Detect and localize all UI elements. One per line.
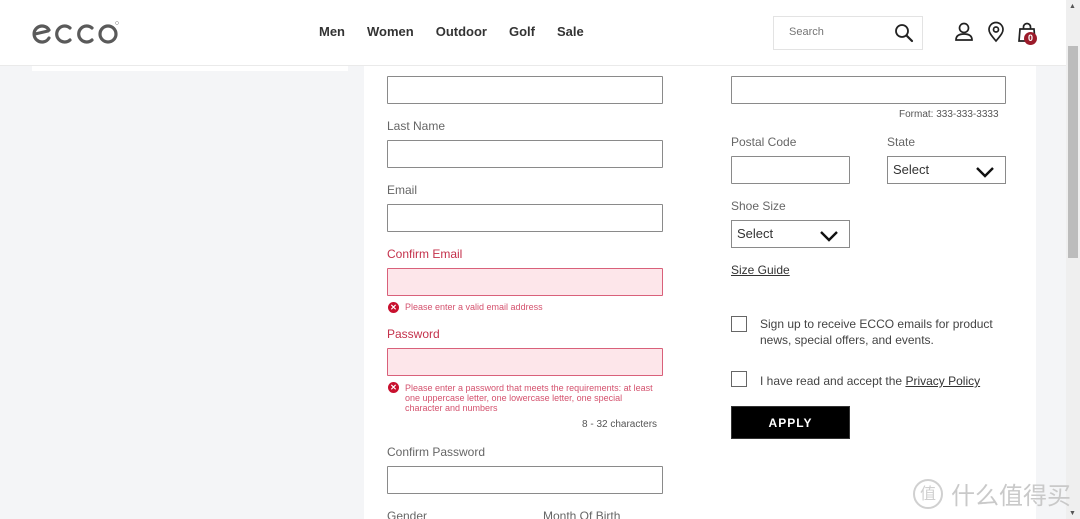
confirm-password-label: Confirm Password xyxy=(387,445,486,459)
newsletter-checkbox[interactable] xyxy=(731,316,747,332)
postal-code-input[interactable] xyxy=(731,156,850,184)
last-name-input[interactable] xyxy=(387,140,663,168)
main-nav: Men Women Outdoor Golf Sale xyxy=(319,24,606,39)
search-box xyxy=(773,16,923,50)
password-length-hint: 8 - 32 characters xyxy=(582,419,658,430)
confirm-password-input[interactable] xyxy=(387,466,663,494)
password-error: Please enter a password that meets the r… xyxy=(405,383,653,413)
left-panel xyxy=(32,66,348,71)
privacy-text-prefix: I have read and accept the xyxy=(760,374,906,388)
privacy-policy-link[interactable]: Privacy Policy xyxy=(905,374,980,388)
search-icon[interactable] xyxy=(894,23,914,43)
scroll-down-arrow-icon[interactable]: ▼ xyxy=(1069,510,1076,517)
shoe-size-label: Shoe Size xyxy=(731,199,786,213)
gender-label: Gender xyxy=(387,509,428,519)
shoe-size-select[interactable]: Select xyxy=(731,220,850,248)
nav-sale[interactable]: Sale xyxy=(557,24,584,39)
size-guide-link[interactable]: Size Guide xyxy=(731,263,790,277)
state-select-value: Select xyxy=(893,162,930,177)
account-icon[interactable] xyxy=(953,21,975,43)
nav-golf[interactable]: Golf xyxy=(509,24,535,39)
newsletter-text: Sign up to receive ECCO emails for produ… xyxy=(760,317,993,347)
scrollbar-thumb[interactable] xyxy=(1068,46,1078,258)
password-input[interactable] xyxy=(387,348,663,376)
page-scrollbar[interactable]: ▲ ▼ xyxy=(1066,0,1080,519)
shoe-size-select-value: Select xyxy=(737,226,774,241)
password-label: Password xyxy=(387,327,440,341)
apply-button[interactable]: APPLY xyxy=(731,406,850,439)
watermark-text: 什么值得买 xyxy=(951,482,1071,510)
last-name-label: Last Name xyxy=(387,119,446,133)
error-icon: ✕ xyxy=(388,382,399,393)
state-select[interactable]: Select xyxy=(887,156,1006,184)
search-input[interactable] xyxy=(789,26,889,38)
month-of-birth-label: Month Of Birth xyxy=(543,509,621,519)
chevron-down-icon xyxy=(820,231,838,242)
nav-men[interactable]: Men xyxy=(319,24,345,39)
confirm-email-input[interactable] xyxy=(387,268,663,296)
confirm-email-error: Please enter a valid email address xyxy=(405,302,543,312)
scroll-up-arrow-icon[interactable]: ▲ xyxy=(1069,3,1076,10)
phone-input[interactable] xyxy=(731,76,1006,104)
site-header: Men Women Outdoor Golf Sale 0 xyxy=(0,0,1066,66)
nav-women[interactable]: Women xyxy=(367,24,414,39)
first-name-input[interactable] xyxy=(387,76,663,104)
error-icon: ✕ xyxy=(388,302,399,313)
store-locator-icon[interactable] xyxy=(985,21,1007,43)
cart-count-badge: 0 xyxy=(1024,32,1037,45)
watermark: 值 什么值得买 xyxy=(913,476,1071,511)
state-label: State xyxy=(887,135,916,149)
chevron-down-icon xyxy=(976,167,994,178)
nav-outdoor[interactable]: Outdoor xyxy=(436,24,487,39)
ecco-logo[interactable] xyxy=(30,18,120,48)
confirm-email-label: Confirm Email xyxy=(387,247,463,261)
watermark-logo-icon: 值 xyxy=(913,478,943,509)
phone-format-hint: Format: 333-333-3333 xyxy=(899,109,999,120)
privacy-checkbox[interactable] xyxy=(731,371,747,387)
postal-code-label: Postal Code xyxy=(731,135,797,149)
email-label: Email xyxy=(387,183,418,197)
privacy-text: I have read and accept the Privacy Polic… xyxy=(760,373,980,389)
email-input[interactable] xyxy=(387,204,663,232)
